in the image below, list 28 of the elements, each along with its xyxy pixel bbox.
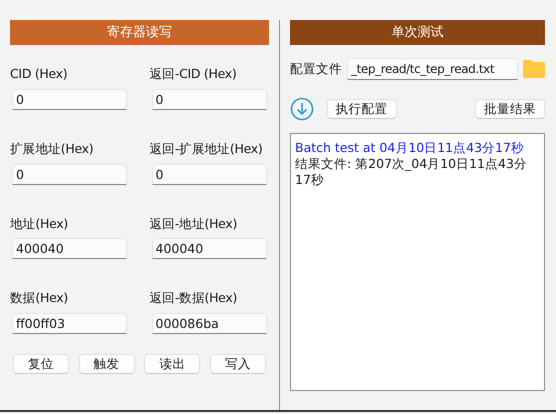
config-file-field[interactable]: _tep_read/tc_tep_read.txt (347, 58, 518, 80)
field-label: 地址(Hex) (10, 214, 68, 232)
hex-input-field[interactable]: 400040 (152, 238, 266, 260)
field-label: 返回-数据(Hex) (150, 289, 238, 308)
action-button[interactable]: 触发 (78, 354, 135, 374)
log-line: Batch test at 04月10日11点43分17秒 (295, 140, 525, 156)
hex-input-field[interactable]: 0 (12, 88, 127, 110)
panel-header: 寄存器读写 (10, 20, 269, 45)
field-label: 扩展地址(Hex) (10, 140, 94, 158)
action-button[interactable]: 读出 (144, 354, 200, 374)
hex-input-field[interactable]: 0 (152, 88, 266, 110)
hex-input-field[interactable]: 400040 (12, 238, 127, 260)
run-config-button[interactable]: 执行配置 (326, 99, 396, 119)
field-label: 返回-地址(Hex) (150, 214, 238, 232)
hex-input-field[interactable]: 0 (152, 164, 266, 184)
field-label: 配置文件 (290, 60, 342, 78)
action-button[interactable]: 写入 (210, 354, 266, 374)
hex-input-field[interactable]: ff00ff03 (12, 313, 127, 334)
hex-input-field[interactable]: 0 (12, 164, 127, 184)
action-button[interactable]: 复位 (13, 354, 69, 374)
field-label: 返回-CID (Hex) (150, 65, 236, 83)
log-line: 结果文件: 第207次_04月10日11点43分17秒 (295, 156, 528, 188)
hex-input-field[interactable]: 000086ba (152, 313, 266, 334)
field-label: 返回-扩展地址(Hex) (150, 140, 262, 158)
panel-header: 单次测试 (290, 20, 545, 45)
batch-results-button[interactable]: 批量结果 (475, 99, 545, 119)
field-label: 数据(Hex) (10, 289, 68, 308)
field-label: CID (Hex) (10, 65, 68, 83)
